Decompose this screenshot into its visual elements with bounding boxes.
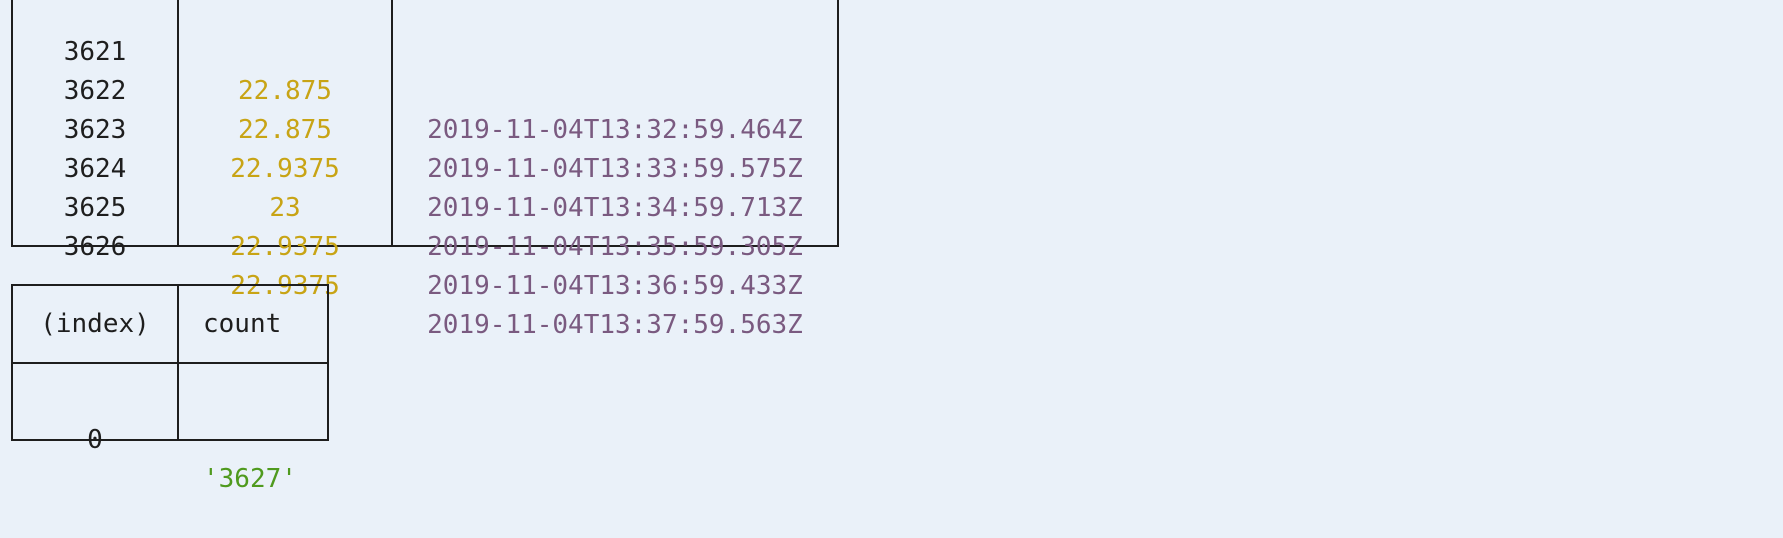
data-table: 3621 22.875 2019-11-04T13:32:59.464Z 362… [0,0,850,340]
row-index: 0 [87,425,103,455]
table-row: 3622 22.875 2019-11-04T13:33:59.575Z [0,33,850,184]
row-index: 3626 [63,232,127,262]
header-index: (index) [40,309,150,339]
row-timestamp: 2019-11-04T13:36:59.433Z [427,271,803,301]
table-row: 3621 22.875 2019-11-04T13:32:59.464Z [0,0,850,145]
count-table: (index) count 0 '3627' [0,282,340,494]
table-border [11,284,329,286]
row-timestamp: 2019-11-04T13:37:59.563Z [427,310,803,340]
console-output: 3621 22.875 2019-11-04T13:32:59.464Z 362… [0,0,1783,494]
row-value: 22.9375 [230,232,340,262]
table-row: 0 '3627' [0,382,340,494]
table-row: 3624 23 2019-11-04T13:35:59.305Z [0,111,850,262]
row-timestamp: 2019-11-04T13:35:59.305Z [427,232,803,262]
table-row: 3625 22.9375 2019-11-04T13:36:59.433Z [0,150,850,301]
header-count: count [203,309,282,339]
table-row: 3626 22.9375 2019-11-04T13:37:59.563Z [0,189,850,340]
row-count: '3627' [203,464,297,494]
table-row: 3623 22.9375 2019-11-04T13:34:59.713Z [0,72,850,223]
table-border [11,362,329,364]
